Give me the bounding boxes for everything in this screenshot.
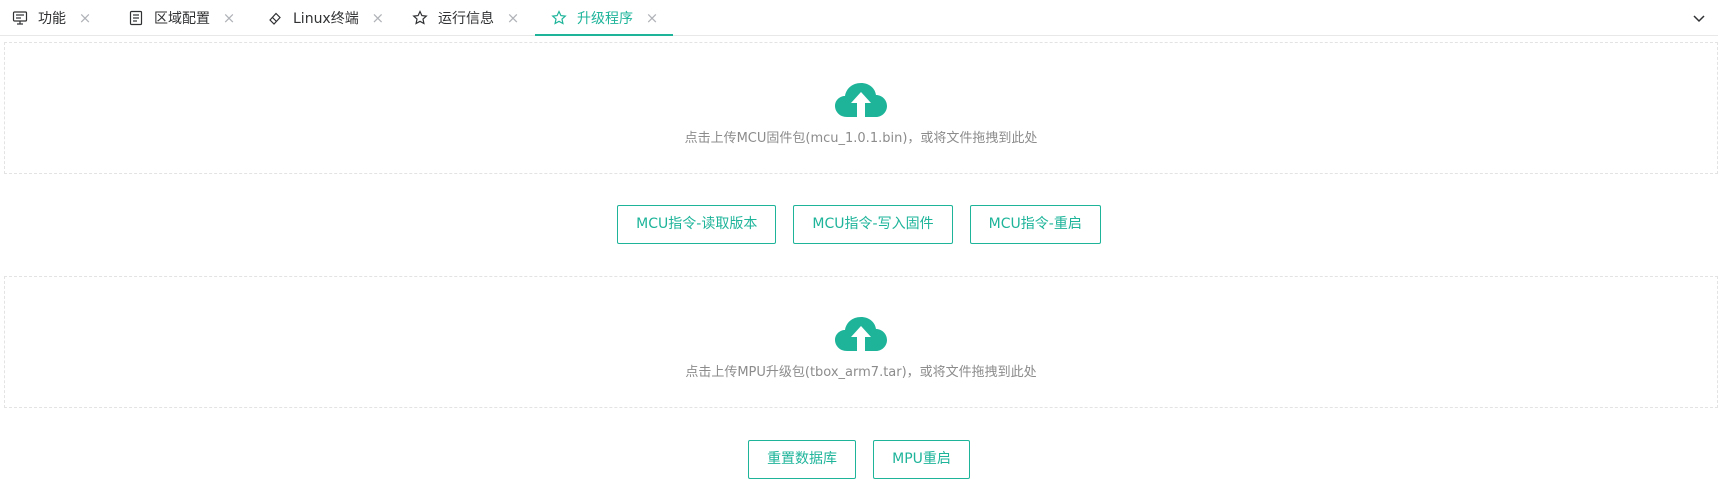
mpu-command-row: 重置数据库 MPU重启 [0,440,1718,480]
mpu-upload-dropzone[interactable]: 点击上传MPU升级包(tbox_arm7.tar)，或将文件拖拽到此处 [4,276,1718,408]
tab-upgrade[interactable]: 升级程序 × [551,0,659,36]
tab-label: 运行信息 [438,11,494,27]
tab-linux-terminal[interactable]: Linux终端 × [267,0,385,36]
tab-label: Linux终端 [293,11,359,27]
mcu-restart-button[interactable]: MCU指令-重启 [969,205,1101,244]
tab-label: 区域配置 [154,11,210,27]
mcu-upload-dropzone[interactable]: 点击上传MCU固件包(mcu_1.0.1.bin)，或将文件拖拽到此处 [4,42,1718,174]
close-icon[interactable]: × [78,10,92,26]
eraser-icon [267,10,283,26]
close-icon[interactable]: × [222,10,236,26]
mpu-upload-hint: 点击上传MPU升级包(tbox_arm7.tar)，或将文件拖拽到此处 [685,365,1037,380]
star-icon [412,10,428,26]
cloud-upload-icon [834,315,888,355]
mcu-command-row: MCU指令-读取版本 MCU指令-写入固件 MCU指令-重启 [0,205,1718,245]
tab-bar: 功能 × 区域配置 × Linux终端 × 运行信息 × 升级程序 × [0,0,1718,36]
document-icon [128,10,144,26]
monitor-icon [12,10,28,26]
close-icon[interactable]: × [371,10,385,26]
tab-functions[interactable]: 功能 × [12,0,92,36]
tab-label: 升级程序 [577,11,633,27]
active-tab-indicator [535,34,673,36]
mcu-read-version-button[interactable]: MCU指令-读取版本 [617,205,777,244]
cloud-upload-icon [834,81,888,121]
star-icon [551,10,567,26]
tab-region-config[interactable]: 区域配置 × [128,0,236,36]
mpu-restart-button[interactable]: MPU重启 [873,440,970,479]
tab-label: 功能 [38,11,66,27]
close-icon[interactable]: × [645,10,659,26]
reset-database-button[interactable]: 重置数据库 [748,440,857,479]
chevron-down-icon[interactable] [1690,9,1708,27]
mcu-write-firmware-button[interactable]: MCU指令-写入固件 [793,205,953,244]
tab-runtime-info[interactable]: 运行信息 × [412,0,520,36]
mcu-upload-hint: 点击上传MCU固件包(mcu_1.0.1.bin)，或将文件拖拽到此处 [684,131,1038,146]
close-icon[interactable]: × [506,10,520,26]
